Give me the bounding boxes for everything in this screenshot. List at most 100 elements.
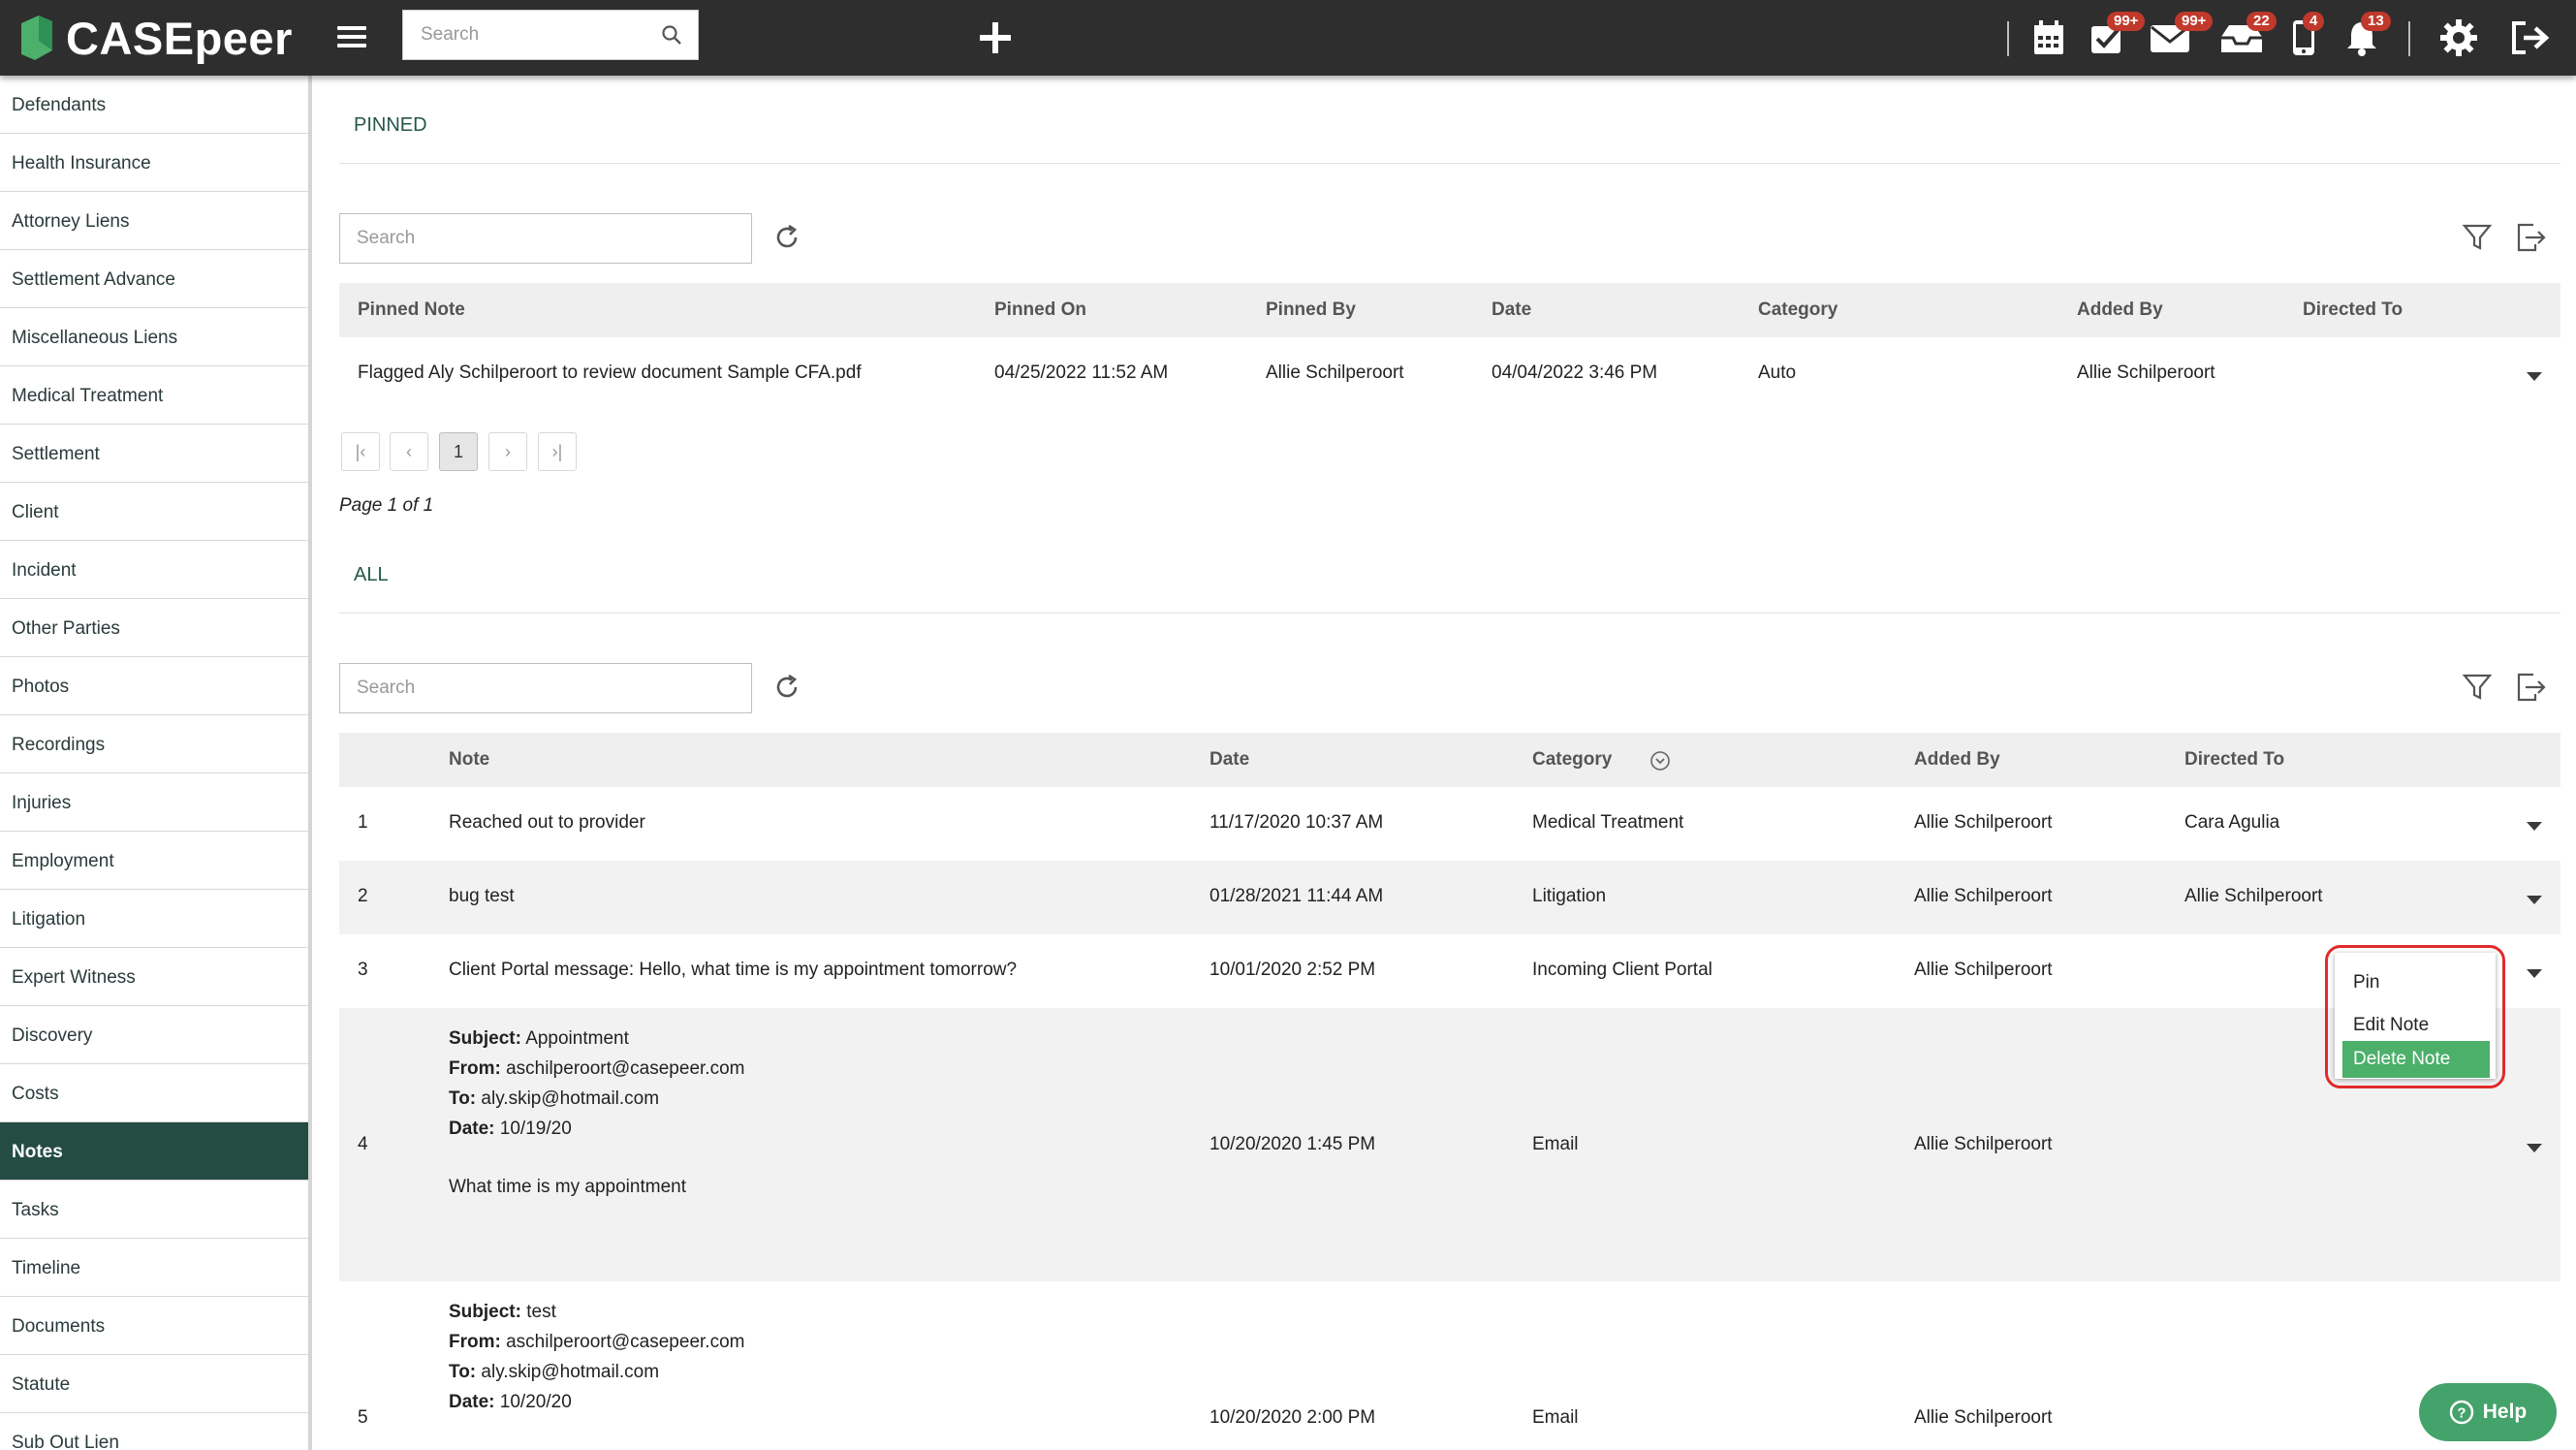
first-page-icon[interactable]: |‹ (341, 432, 380, 471)
email-subject-label: Subject: (449, 1028, 521, 1049)
sidebar-item-other-parties[interactable]: Other Parties (0, 599, 308, 657)
email-note: Subject: Appointment From: aschilperoort… (449, 1024, 744, 1202)
note-text: bug test (449, 886, 515, 906)
filter-icon[interactable] (2462, 672, 2493, 709)
email-from: aschilperoort@casepeer.com (506, 1058, 745, 1079)
tasks-icon[interactable]: 99+ (2086, 12, 2146, 60)
note-date: 01/28/2021 11:44 AM (1209, 886, 1384, 906)
row-number: 5 (358, 1407, 368, 1428)
sidebar-item-medical-treatment[interactable]: Medical Treatment (0, 366, 308, 425)
all-search-input[interactable] (340, 664, 751, 712)
row-actions-chevron-down-icon[interactable] (2527, 1144, 2542, 1152)
col-category[interactable]: Category (1532, 733, 1612, 787)
sidebar-item-notes[interactable]: Notes (0, 1122, 308, 1181)
col-added-by[interactable]: Added By (2077, 283, 2163, 337)
sidebar-item-litigation[interactable]: Litigation (0, 890, 308, 948)
sidebar-item-client[interactable]: Client (0, 483, 308, 541)
bell-icon[interactable]: 13 (2340, 12, 2391, 60)
table-row[interactable]: 1 Reached out to provider 11/17/2020 10:… (339, 787, 2560, 861)
delete-note-menu-item[interactable]: Delete Note (2342, 1041, 2490, 1078)
table-row[interactable]: Flagged Aly Schilperoort to review docum… (339, 337, 2560, 411)
note-category: Email (1532, 1134, 1579, 1154)
table-row[interactable]: 2 bug test 01/28/2021 11:44 AM Litigatio… (339, 861, 2560, 934)
email-to: aly.skip@hotmail.com (481, 1088, 660, 1109)
sidebar-item-discovery[interactable]: Discovery (0, 1006, 308, 1064)
refresh-icon[interactable] (772, 223, 801, 258)
email-from-label: From: (449, 1332, 501, 1352)
sidebar-item-statute[interactable]: Statute (0, 1355, 308, 1413)
table-row[interactable]: 4 Subject: Appointment From: aschilperoo… (339, 1008, 2560, 1281)
calendar-icon[interactable] (2026, 16, 2071, 60)
notifications-badge: 13 (2361, 12, 2391, 31)
row-actions-chevron-down-icon[interactable] (2527, 896, 2542, 904)
sidebar-item-settlement[interactable]: Settlement (0, 425, 308, 483)
question-icon: ? (2449, 1400, 2473, 1425)
pinned-on: 04/25/2022 11:52 AM (994, 362, 1169, 383)
sidebar-item-recordings[interactable]: Recordings (0, 715, 308, 773)
app-name: CASEpeer (66, 12, 293, 64)
help-button[interactable]: ? Help (2419, 1383, 2557, 1441)
pin-menu-item[interactable]: Pin (2342, 964, 2490, 1001)
gear-icon[interactable] (2436, 16, 2481, 60)
sidebar-item-attorney-liens[interactable]: Attorney Liens (0, 192, 308, 250)
sidebar-item-costs[interactable]: Costs (0, 1064, 308, 1122)
pinned-search-input[interactable] (340, 214, 751, 263)
sidebar-item-timeline[interactable]: Timeline (0, 1239, 308, 1297)
row-number: 1 (358, 812, 368, 833)
svg-text:?: ? (2457, 1405, 2466, 1422)
search-icon[interactable] (661, 24, 682, 46)
phone-badge: 4 (2303, 12, 2325, 31)
sidebar-item-photos[interactable]: Photos (0, 657, 308, 715)
sidebar-item-sub-out-lien[interactable]: Sub Out Lien (0, 1413, 308, 1450)
col-added-by[interactable]: Added By (1914, 733, 2000, 787)
email-to-line: To: aly.skip@hotmail.com (449, 1357, 744, 1387)
row-actions-chevron-down-icon[interactable] (2527, 822, 2542, 831)
table-row[interactable]: 5 Subject: test From: aschilperoort@case… (339, 1281, 2560, 1450)
mail-icon[interactable]: 99+ (2148, 12, 2214, 60)
filter-icon[interactable] (2462, 222, 2493, 259)
col-note[interactable]: Note (449, 733, 489, 787)
export-icon[interactable] (2514, 671, 2547, 709)
sidebar-item-defendants[interactable]: Defendants (0, 76, 308, 134)
casepeer-logo[interactable]: CASEpeer (17, 6, 293, 70)
col-category[interactable]: Category (1758, 283, 1838, 337)
refresh-icon[interactable] (772, 673, 801, 708)
global-search-input[interactable] (403, 23, 665, 47)
row-actions-chevron-down-icon[interactable] (2527, 372, 2542, 381)
row-actions-chevron-down-icon[interactable] (2527, 969, 2542, 978)
prev-page-icon[interactable]: ‹ (390, 432, 428, 471)
sidebar-item-miscellaneous-liens[interactable]: Miscellaneous Liens (0, 308, 308, 366)
next-page-icon[interactable]: › (488, 432, 527, 471)
sort-chevron-icon[interactable] (1649, 750, 1671, 772)
sidebar-item-documents[interactable]: Documents (0, 1297, 308, 1355)
export-icon[interactable] (2514, 221, 2547, 260)
inbox-icon[interactable]: 22 (2219, 12, 2277, 60)
sidebar-item-employment[interactable]: Employment (0, 832, 308, 890)
sidebar-item-health-insurance[interactable]: Health Insurance (0, 134, 308, 192)
last-page-icon[interactable]: ›| (538, 432, 577, 471)
table-row[interactable]: 3 Client Portal message: Hello, what tim… (339, 934, 2560, 1008)
sidebar-item-settlement-advance[interactable]: Settlement Advance (0, 250, 308, 308)
row-number: 2 (358, 886, 368, 906)
phone-icon[interactable]: 4 (2281, 12, 2326, 60)
col-directed-to[interactable]: Directed To (2184, 733, 2284, 787)
divider (2408, 21, 2410, 56)
edit-note-menu-item[interactable]: Edit Note (2342, 1007, 2490, 1044)
col-date[interactable]: Date (1492, 283, 1531, 337)
col-date[interactable]: Date (1209, 733, 1249, 787)
col-pinned-by[interactable]: Pinned By (1266, 283, 1356, 337)
add-icon[interactable] (973, 16, 1018, 60)
logout-icon[interactable] (2508, 16, 2553, 60)
sidebar-item-injuries[interactable]: Injuries (0, 773, 308, 832)
pinned-section-label: PINNED (354, 114, 427, 136)
sidebar-item-tasks[interactable]: Tasks (0, 1181, 308, 1239)
sidebar-item-expert-witness[interactable]: Expert Witness (0, 948, 308, 1006)
col-pinned-on[interactable]: Pinned On (994, 283, 1086, 337)
col-directed-to[interactable]: Directed To (2303, 283, 2403, 337)
row-number: 4 (358, 1134, 368, 1154)
hamburger-menu-icon[interactable] (337, 21, 366, 54)
email-to: aly.skip@hotmail.com (481, 1362, 660, 1382)
col-pinned-note[interactable]: Pinned Note (358, 283, 465, 337)
sidebar-item-incident[interactable]: Incident (0, 541, 308, 599)
page-1-button[interactable]: 1 (439, 432, 478, 471)
